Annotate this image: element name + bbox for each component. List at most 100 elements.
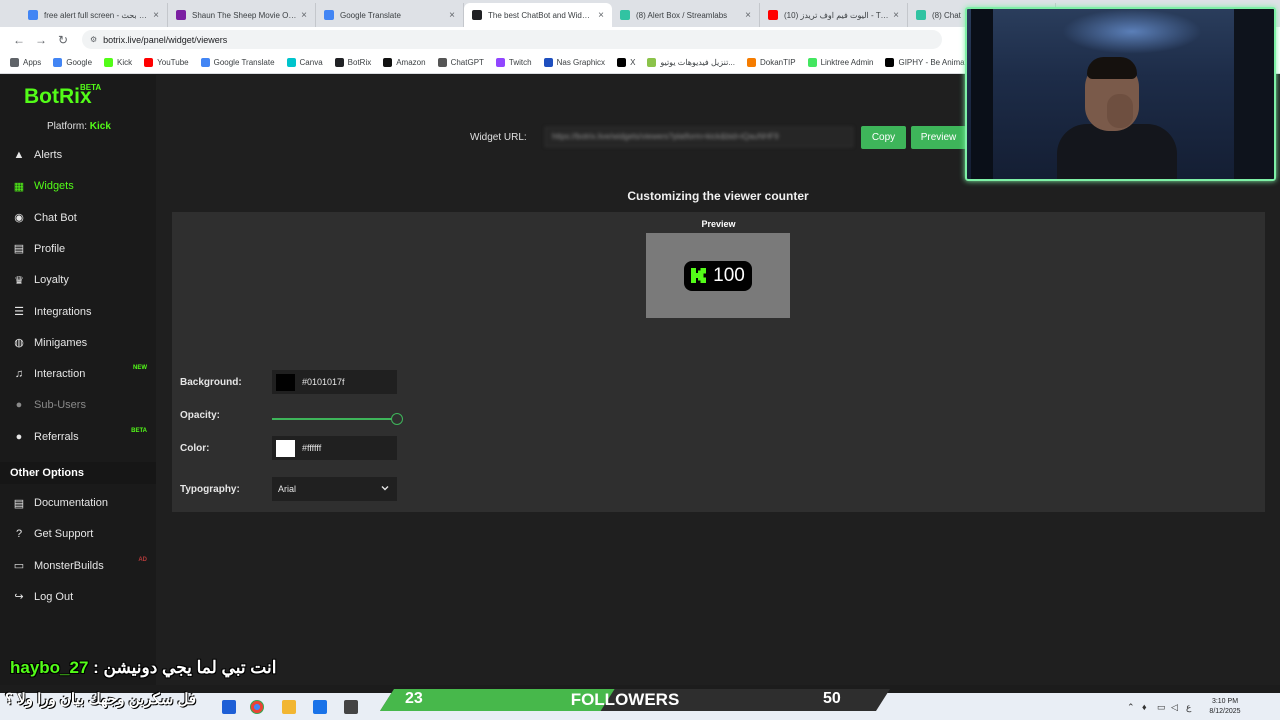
sidebar-item-minigames[interactable]: ◍ Minigames [0,332,156,354]
trophy-icon: ♛ [14,274,24,287]
bookmark-item[interactable]: Google [53,58,92,67]
grid-icon: ▦ [13,180,25,193]
chat-message: haybo_27 انت تبي لما يجي دونيشن : [10,658,276,678]
network-icon[interactable]: ▭ [1157,702,1166,713]
botrix-logo[interactable]: BotRix BETA [24,83,101,109]
chat-message-2: فل سكرين وجهك بيان ورا ولا ؟ [5,691,197,708]
bookmark-label: ChatGPT [450,58,484,67]
bookmark-favicon-icon [617,58,627,67]
viewer-counter-widget: 100 [684,260,752,291]
settings-panel: Preview 100 Background: #0101017f Opacit… [172,212,1265,512]
url-field[interactable]: ⚙ botrix.live/panel/widget/viewers [82,30,942,49]
widget-url-field[interactable]: https://botrix.live/widgets/viewers?plat… [545,127,853,147]
text-color-input[interactable]: #ffffff [272,436,397,460]
bookmark-item[interactable]: Kick [104,58,132,67]
sidebar-item-referrals[interactable]: ● Referrals BETA [0,426,156,448]
tray-chevron-icon[interactable]: ⌃ [1127,702,1135,713]
background-swatch[interactable] [276,373,295,391]
microphone-icon[interactable]: ♦ [1142,702,1147,712]
site-info-icon[interactable]: ⚙ [90,35,97,44]
bookmark-label: Amazon [396,58,426,67]
platform-indicator: Platform: Kick [47,121,111,132]
copy-button[interactable]: Copy [861,126,906,149]
chrome-icon[interactable] [250,700,264,714]
tab-favicon-icon [916,10,926,20]
text-color-swatch[interactable] [276,439,295,457]
browser-tab[interactable]: (10) اليوت فيم اوف تريدز - Tube× [760,3,908,27]
tab-close-icon[interactable]: × [301,10,307,21]
tab-title: The best ChatBot and Widgets [488,10,595,20]
sidebar-item-profile[interactable]: ▤ Profile [0,238,156,260]
bookmark-favicon-icon [104,58,114,67]
sidebar-item-documentation[interactable]: ▤ Documentation [0,492,156,514]
taskbar-app-icon-2[interactable] [313,700,327,714]
sidebar-item-chat-bot[interactable]: ◉ Chat Bot [0,207,156,229]
bookmark-item[interactable]: ChatGPT [437,58,484,67]
language-indicator[interactable]: ع [1186,702,1191,713]
opacity-slider[interactable] [272,413,403,425]
back-icon[interactable]: ← [8,33,30,47]
tab-close-icon[interactable]: × [745,10,751,21]
sidebar-item-label: Documentation [34,497,108,509]
browser-tab[interactable]: Google Translate × [316,3,464,27]
sidebar-item-label: Chat Bot [34,211,77,224]
tab-close-icon[interactable]: × [598,10,604,21]
sidebar-item-sub-users[interactable]: ● Sub-Users [0,394,156,416]
book-icon: ▤ [13,497,25,510]
sidebar-item-integrations[interactable]: ☰ Integrations [0,301,156,323]
browser-tab[interactable]: Shaun The Sheep Movie Ok Gif × [168,3,316,27]
sidebar-item-get-support[interactable]: ? Get Support [0,523,156,545]
bookmark-item[interactable]: Google Translate [200,58,275,67]
reload-icon[interactable]: ↻ [52,33,74,47]
platform-value: Kick [89,121,111,132]
typography-label: Typography: [180,484,240,495]
bookmark-favicon-icon [200,58,210,67]
bookmark-item[interactable]: BotRix [334,58,371,67]
opacity-track[interactable] [272,418,396,420]
preview-button[interactable]: Preview [911,126,966,149]
browser-tab[interactable]: (8) Alert Box / Streamlabs × [612,3,760,27]
sidebar-item-alerts[interactable]: ▲ Alerts [0,144,156,166]
other-options-title: Other Options [0,462,156,484]
background-color-input[interactable]: #0101017f [272,370,397,394]
taskbar-app-icon[interactable] [222,700,236,714]
volume-icon[interactable]: ◁ [1171,702,1178,713]
forward-icon[interactable]: → [30,33,52,47]
bookmark-item[interactable]: X [617,58,635,67]
taskbar-clock[interactable]: 3:10 PM 8/12/2025 [1200,697,1250,717]
tab-title: Google Translate [340,10,401,20]
bookmark-item[interactable]: Twitch [495,58,532,67]
bookmark-favicon-icon [647,58,657,67]
obs-icon[interactable] [344,700,358,714]
bookmark-item[interactable]: Nas Graphicx [543,58,605,67]
typography-select[interactable]: Arial [272,477,397,501]
sidebar-item-monsterbuilds[interactable]: ▭ MonsterBuilds AD [0,555,156,577]
sidebar-item-log-out[interactable]: ↪ Log Out [0,586,156,608]
sidebar-item-widgets[interactable]: ▦ Widgets [0,175,156,197]
bookmark-favicon-icon [53,58,63,67]
tab-close-icon[interactable]: × [449,10,455,21]
bookmark-item[interactable]: GIPHY - Be Animated [885,58,976,67]
tab-close-icon[interactable]: × [153,10,159,21]
sidebar-item-badge: NEW [133,365,147,372]
bookmark-item[interactable]: تنزيل فيديوهات يوتيو... [647,58,735,67]
bookmark-item[interactable]: Linktree Admin [807,58,873,67]
bookmark-item[interactable]: Apps [10,58,41,67]
browser-tab[interactable]: The best ChatBot and Widgets × [464,3,612,27]
bookmark-item[interactable]: DokanTIP [746,58,796,67]
bookmark-item[interactable]: YouTube [144,58,189,67]
sidebar-item-interaction[interactable]: ♫ Interaction NEW [0,363,156,385]
opacity-thumb[interactable] [391,413,403,425]
followers-goal: 50 [823,690,841,707]
browser-tab[interactable]: free alert full screen - بحث Goo× [20,3,168,27]
sidebar-item-label: Loyalty [34,274,69,287]
sidebar-item-loyalty[interactable]: ♛ Loyalty [0,269,156,291]
webcam-curtain-left [971,9,993,179]
bookmark-label: X [630,58,636,67]
tab-close-icon[interactable]: × [893,10,899,21]
bookmark-favicon-icon [334,58,344,67]
file-explorer-icon[interactable] [282,700,296,714]
bookmark-item[interactable]: Amazon [383,58,426,67]
tab-favicon-icon [324,10,334,20]
bookmark-item[interactable]: Canva [286,58,323,67]
